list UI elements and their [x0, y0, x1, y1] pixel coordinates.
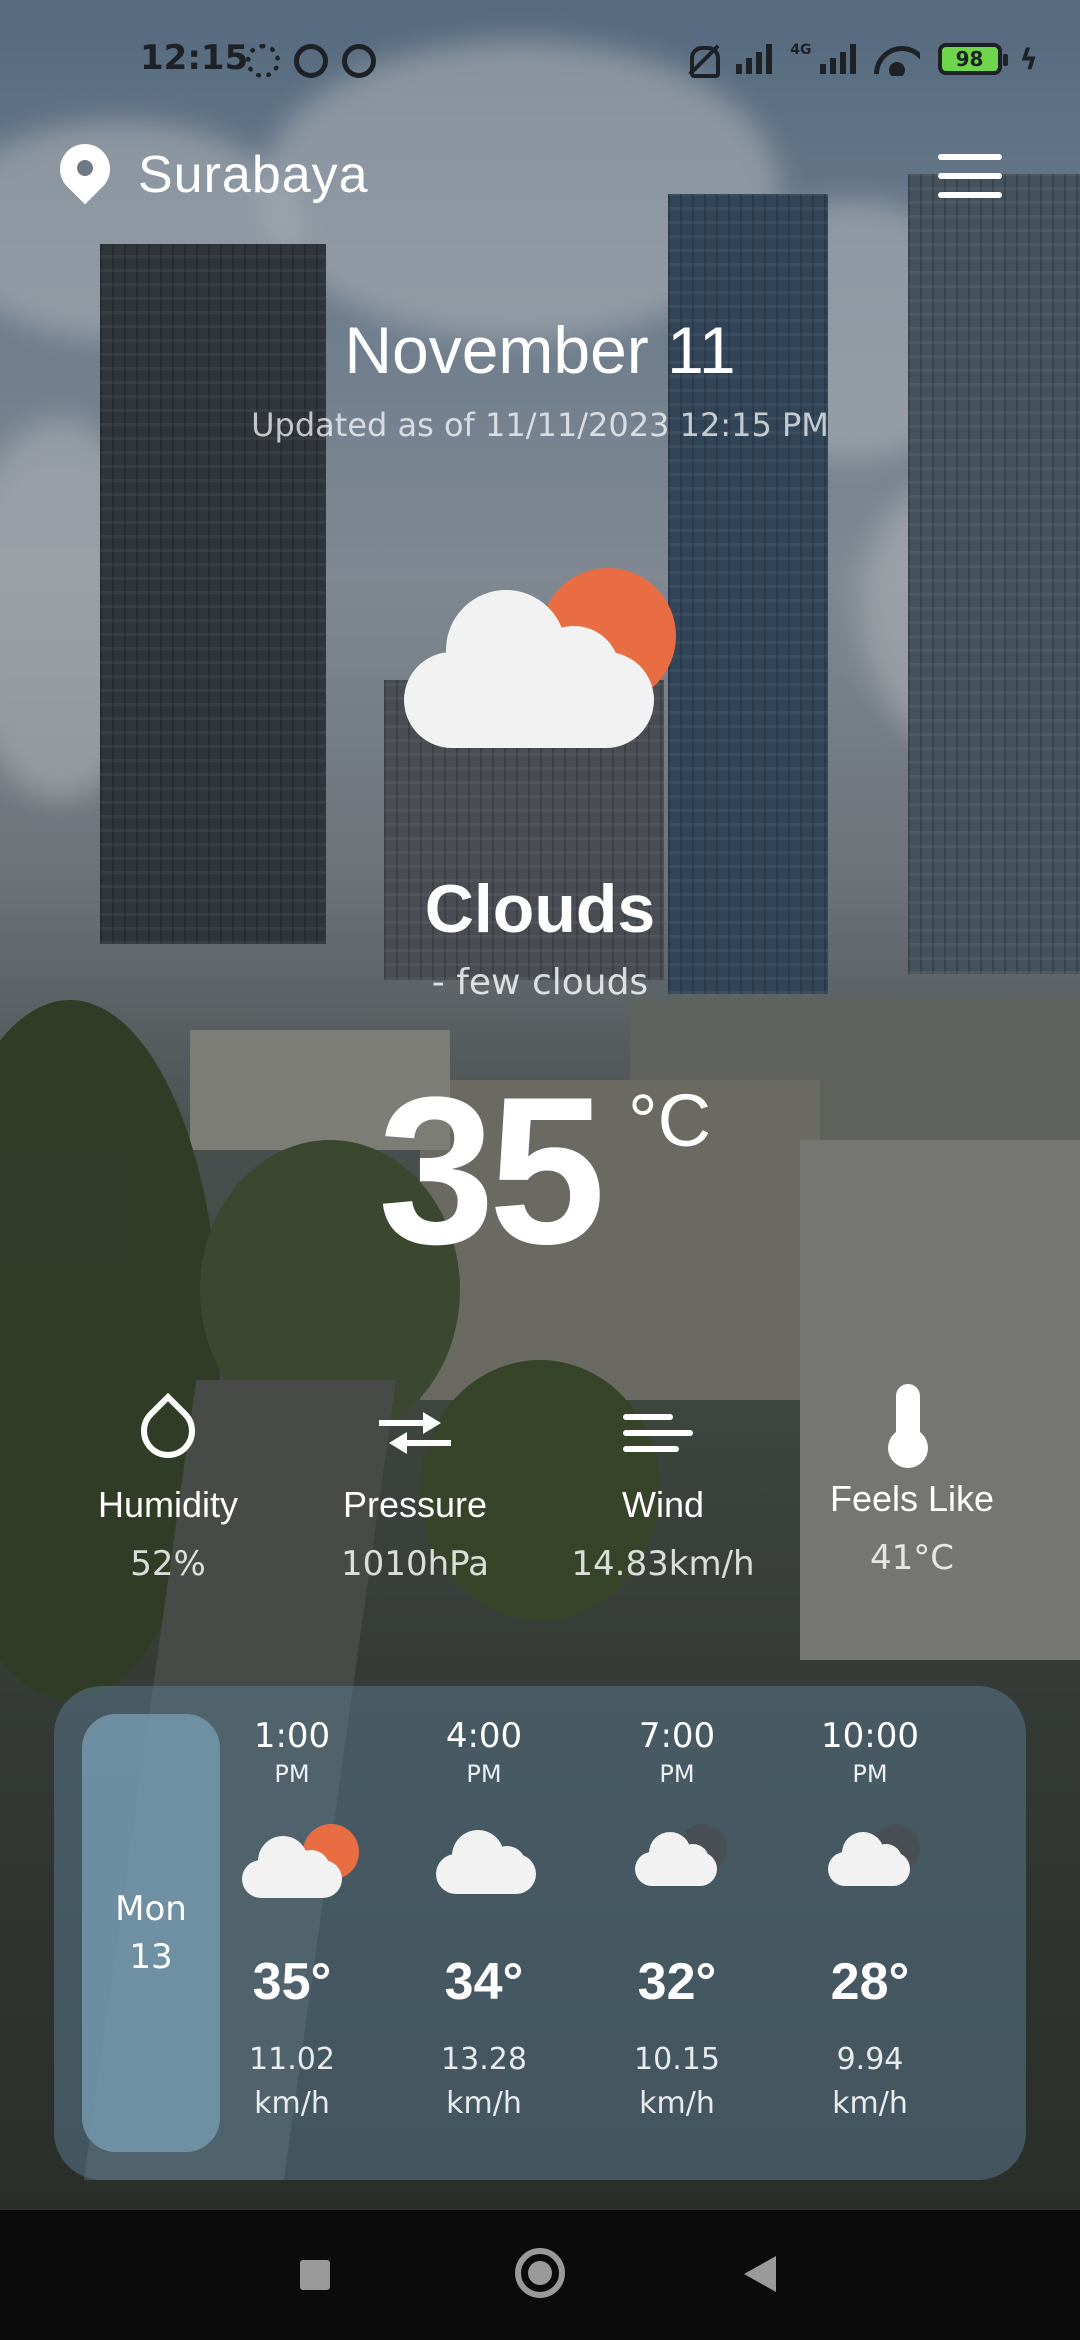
- hour-temperature: 28°: [830, 1953, 910, 2011]
- metric-value: 14.83km/h: [571, 1544, 755, 1584]
- hamburger-menu-icon[interactable]: [938, 154, 1002, 198]
- hour-wind: 10.15 km/h: [587, 2038, 767, 2126]
- metric-pressure: Pressure 1010hPa: [305, 1390, 525, 1584]
- network-type-label: 4G: [790, 42, 812, 58]
- bell-muted-icon: [684, 42, 721, 78]
- metric-label: Wind: [621, 1484, 705, 1525]
- charging-icon: ϟ: [1019, 42, 1038, 76]
- sun-behind-cloud-icon: [404, 568, 676, 748]
- vpn-icon: [294, 44, 328, 78]
- cloud-night-icon: [780, 1824, 960, 1934]
- hour-time: 1:00: [253, 1716, 331, 1756]
- metric-value: 41°C: [869, 1538, 954, 1578]
- signal-icon: [736, 44, 773, 74]
- hour-wind-value: 10.15: [634, 2042, 720, 2077]
- current-temperature: 35: [378, 1053, 606, 1288]
- current-date: November 11: [344, 313, 736, 387]
- hour-forecast-item: 7:00 PM 32° 10.15 km/h: [587, 1716, 767, 2126]
- hour-wind-unit: km/h: [639, 2086, 715, 2121]
- metric-label: Humidity: [97, 1484, 239, 1525]
- hour-wind-unit: km/h: [254, 2086, 330, 2121]
- hour-wind-unit: km/h: [832, 2086, 908, 2121]
- back-triangle-icon[interactable]: [744, 2256, 776, 2292]
- temperature-unit: °C: [628, 1079, 712, 1162]
- hour-time: 10:00: [821, 1716, 919, 1756]
- hour-wind: 9.94 km/h: [780, 2038, 960, 2126]
- metric-label: Pressure: [342, 1484, 488, 1525]
- wind-icon: [553, 1390, 773, 1470]
- hour-wind-value: 9.94: [836, 2042, 904, 2077]
- city-name: Surabaya: [138, 146, 369, 204]
- cloud-icon: [394, 1824, 574, 1934]
- day-name: Mon: [115, 1889, 187, 1929]
- wifi-icon: [874, 42, 920, 76]
- location-selector[interactable]: Surabaya: [60, 140, 369, 210]
- vpn-icon: [342, 44, 376, 78]
- metric-wind: Wind 14.83km/h: [553, 1390, 773, 1584]
- metric-feels-like: Feels Like 41°C: [802, 1384, 1022, 1578]
- hour-forecast-item: 4:00 PM 34° 13.28 km/h: [394, 1716, 574, 2126]
- cloud-night-icon: [587, 1824, 767, 1934]
- hour-ampm: PM: [274, 1760, 310, 1788]
- day-number: 13: [129, 1937, 173, 1977]
- hour-ampm: PM: [659, 1760, 695, 1788]
- hour-forecast-item: 10:00 PM 28° 9.94 km/h: [780, 1716, 960, 2126]
- hour-forecast-item: 1:00 PM 35° 11.02 km/h: [202, 1716, 382, 2126]
- hour-wind-unit: km/h: [446, 2086, 522, 2121]
- hour-temperature: 32°: [637, 1953, 717, 2011]
- hour-temperature: 34°: [444, 1953, 524, 2011]
- weather-condition: Clouds: [424, 871, 656, 947]
- status-time: 12:15: [140, 38, 249, 78]
- battery-icon: 98: [937, 43, 1008, 75]
- hour-wind-value: 13.28: [441, 2042, 527, 2077]
- recents-square-icon[interactable]: [300, 2260, 330, 2290]
- status-bar: 12:15 4G 98 ϟ: [0, 0, 1080, 120]
- hour-time: 4:00: [445, 1716, 523, 1756]
- hour-ampm: PM: [852, 1760, 888, 1788]
- hour-time: 7:00: [638, 1716, 716, 1756]
- pressure-arrows-icon: [305, 1390, 525, 1470]
- hour-wind-value: 11.02: [249, 2042, 335, 2077]
- home-circle-icon[interactable]: [515, 2248, 565, 2298]
- hour-wind: 13.28 km/h: [394, 2038, 574, 2126]
- gear-icon: [246, 44, 280, 78]
- sun-behind-cloud-icon: [202, 1824, 382, 1934]
- metric-value: 52%: [130, 1544, 206, 1584]
- humidity-drop-icon: [58, 1390, 278, 1470]
- hour-temperature: 35°: [252, 1953, 332, 2011]
- hour-wind: 11.02 km/h: [202, 2038, 382, 2126]
- signal-4g-icon: [819, 44, 856, 74]
- metric-humidity: Humidity 52%: [58, 1390, 278, 1584]
- location-pin-icon: [60, 140, 110, 210]
- metric-label: Feels Like: [829, 1478, 995, 1519]
- last-updated: Updated as of 11/11/2023 12:15 PM: [251, 406, 829, 444]
- hourly-forecast-card[interactable]: Mon 13 1:00 PM 35° 11.02 km/h 4:00 PM 34…: [54, 1686, 1026, 2180]
- forecast-day-selector[interactable]: Mon 13: [82, 1714, 220, 2152]
- thermometer-icon: [802, 1384, 1022, 1468]
- weather-description: - few clouds: [431, 962, 649, 1003]
- metric-value: 1010hPa: [341, 1544, 489, 1584]
- hour-ampm: PM: [466, 1760, 502, 1788]
